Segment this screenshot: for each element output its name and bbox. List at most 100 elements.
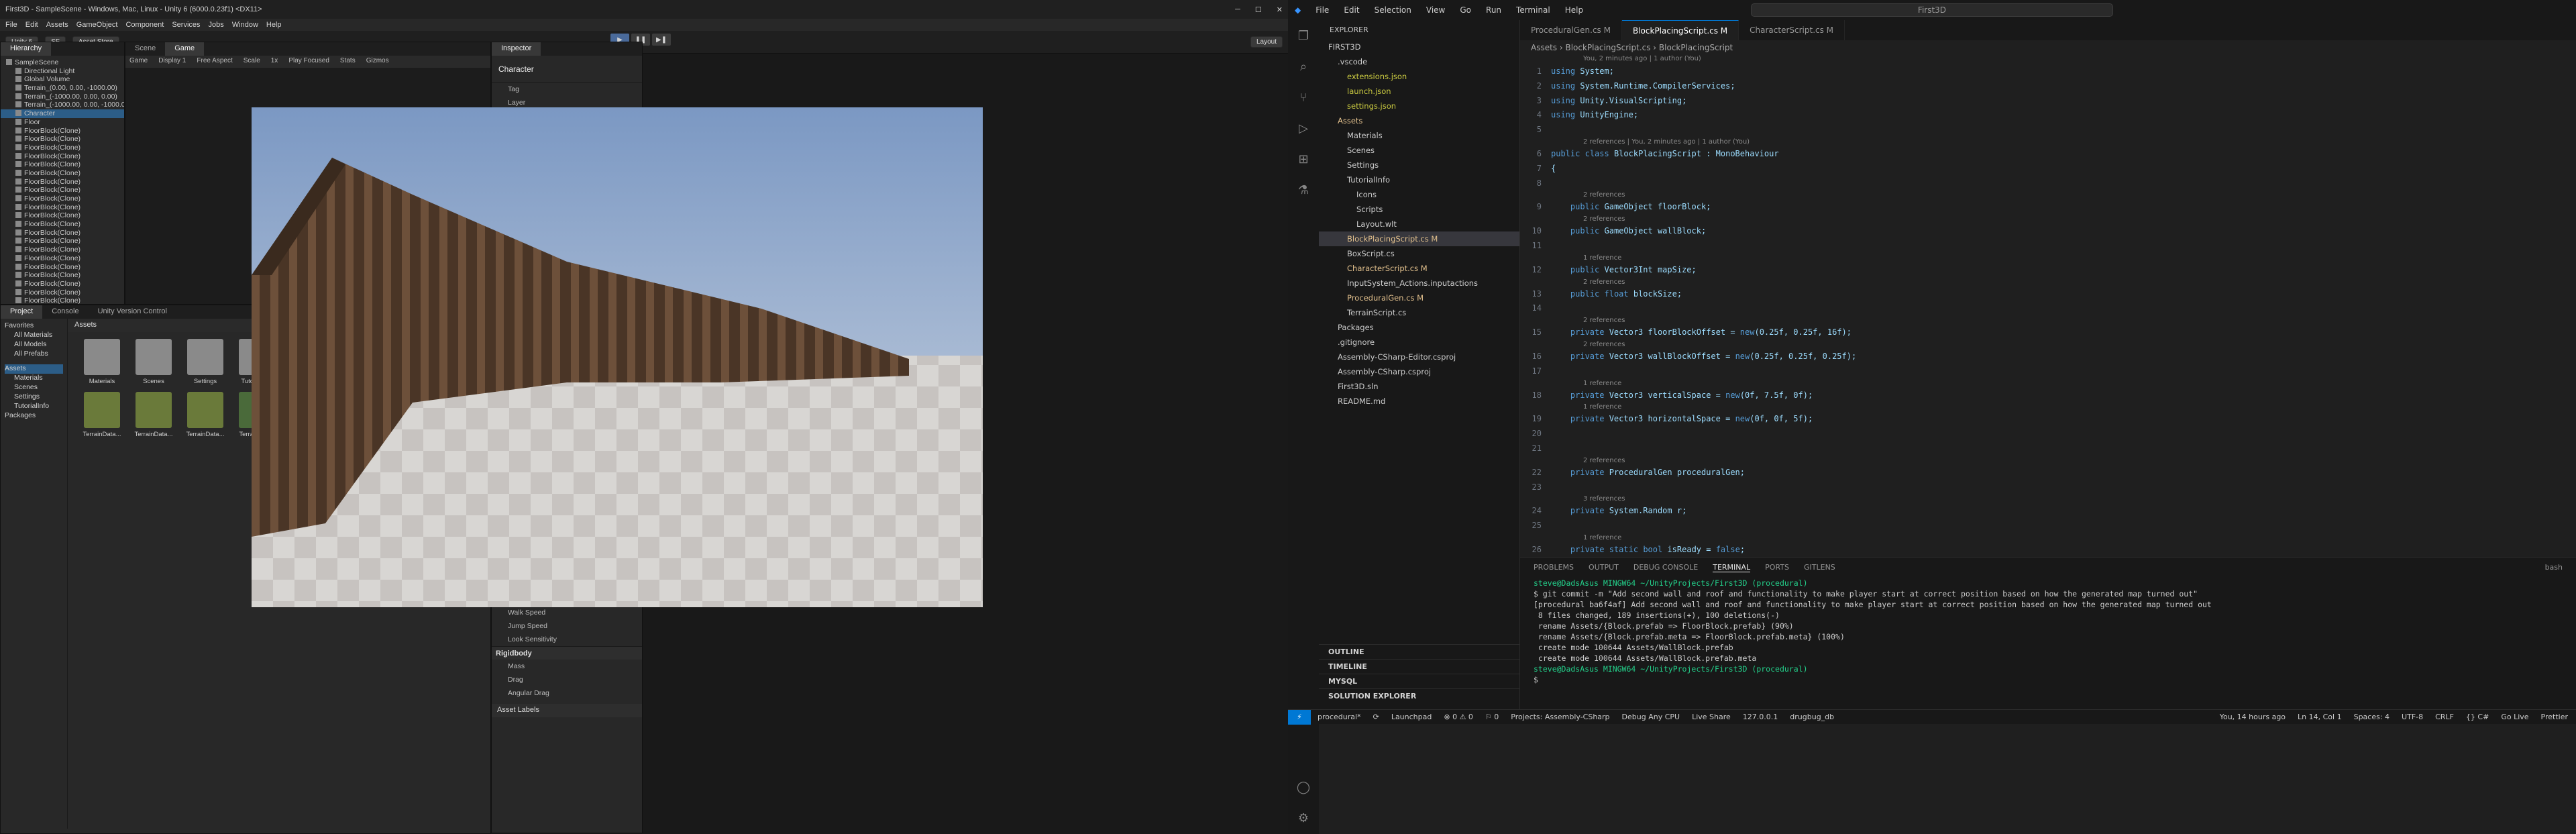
file-tree-item[interactable]: BoxScript.cs bbox=[1319, 246, 1519, 261]
file-tree-item[interactable]: Scenes bbox=[1319, 143, 1519, 158]
menu-item[interactable]: Assets bbox=[46, 21, 68, 29]
file-tree-item[interactable]: Layout.wlt bbox=[1319, 217, 1519, 231]
menu-item[interactable]: Edit bbox=[1344, 5, 1359, 15]
file-tree-item[interactable]: BlockPlacingScript.cs M bbox=[1319, 231, 1519, 246]
file-tree-item[interactable]: README.md bbox=[1319, 394, 1519, 409]
editor-tab[interactable]: CharacterScript.cs M bbox=[1739, 20, 1845, 40]
close-icon[interactable]: ✕ bbox=[1277, 5, 1283, 14]
tab-scene[interactable]: Scene bbox=[125, 42, 165, 56]
status-item[interactable]: Spaces: 4 bbox=[2354, 713, 2390, 721]
menu-item[interactable]: Selection bbox=[1375, 5, 1411, 15]
outline-section-3[interactable]: SOLUTION EXPLORER bbox=[1319, 688, 1520, 703]
status-item[interactable]: ⚐ 0 bbox=[1485, 713, 1499, 721]
project-tree-item[interactable]: Assets bbox=[5, 364, 63, 374]
hierarchy-item[interactable]: FloorBlock(Clone) bbox=[1, 160, 124, 169]
file-tree-item[interactable]: First3D.sln bbox=[1319, 379, 1519, 394]
game-toolbar-item[interactable]: Free Aspect bbox=[197, 57, 232, 66]
editor-tab[interactable]: ProceduralGen.cs M bbox=[1520, 20, 1622, 40]
panel-tab[interactable]: OUTPUT bbox=[1589, 563, 1619, 572]
hierarchy-item[interactable]: Terrain_(-1000.00, 0.00, 0.00) bbox=[1, 93, 124, 101]
asset-item[interactable]: Scenes bbox=[130, 339, 177, 385]
project-tree-item[interactable]: Packages bbox=[5, 411, 63, 421]
codelens[interactable]: 2 references bbox=[1520, 456, 2576, 466]
menu-item[interactable]: Jobs bbox=[209, 21, 224, 29]
hierarchy-item[interactable]: FloorBlock(Clone) bbox=[1, 220, 124, 229]
codelens[interactable]: 2 references bbox=[1520, 278, 2576, 287]
status-item[interactable]: Launchpad bbox=[1391, 713, 1432, 721]
hierarchy-item[interactable]: FloorBlock(Clone) bbox=[1, 144, 124, 152]
tab-game[interactable]: Game bbox=[165, 42, 205, 56]
menu-item[interactable]: Component bbox=[125, 21, 164, 29]
file-tree-item[interactable]: CharacterScript.cs M bbox=[1319, 261, 1519, 276]
file-tree-item[interactable]: launch.json bbox=[1319, 84, 1519, 99]
menu-item[interactable]: File bbox=[5, 21, 17, 29]
status-item[interactable]: Go Live bbox=[2501, 713, 2528, 721]
file-tree-item[interactable]: TutorialInfo bbox=[1319, 172, 1519, 187]
settings-gear-icon[interactable]: ⚙ bbox=[1288, 802, 1319, 833]
game-toolbar-item[interactable]: Gizmos bbox=[366, 57, 389, 66]
codelens[interactable]: 2 references bbox=[1520, 340, 2576, 350]
favorite-item[interactable]: All Materials bbox=[5, 331, 63, 340]
testing-icon[interactable]: ⚗ bbox=[1288, 174, 1319, 205]
explorer-icon[interactable]: ❐ bbox=[1288, 20, 1319, 51]
status-item[interactable]: You, 14 hours ago bbox=[2220, 713, 2286, 721]
tab-unity[interactable]: Unity Version Control bbox=[89, 305, 176, 319]
codelens[interactable]: 2 references bbox=[1520, 316, 2576, 325]
account-icon[interactable]: ◯ bbox=[1288, 772, 1319, 802]
tab-inspector[interactable]: Inspector bbox=[492, 42, 541, 56]
menu-item[interactable]: Services bbox=[172, 21, 200, 29]
component-header[interactable]: Rigidbody bbox=[492, 646, 642, 660]
favorite-item[interactable]: All Models bbox=[5, 340, 63, 350]
file-tree-item[interactable]: .gitignore bbox=[1319, 335, 1519, 350]
tab-hierarchy[interactable]: Hierarchy bbox=[1, 42, 52, 56]
menu-item[interactable]: GameObject bbox=[76, 21, 118, 29]
hierarchy-item[interactable]: FloorBlock(Clone) bbox=[1, 289, 124, 297]
codelens[interactable]: 1 reference bbox=[1520, 403, 2576, 412]
codelens[interactable]: 2 references bbox=[1520, 191, 2576, 200]
status-item[interactable]: Ln 14, Col 1 bbox=[2298, 713, 2342, 721]
favorite-item[interactable]: Favorites bbox=[5, 321, 63, 331]
hierarchy-item[interactable]: Character bbox=[1, 109, 124, 118]
codelens[interactable]: 3 references bbox=[1520, 494, 2576, 504]
hierarchy-item[interactable]: Directional Light bbox=[1, 67, 124, 76]
menu-item[interactable]: Go bbox=[1460, 5, 1471, 15]
command-search[interactable]: First3D bbox=[1751, 3, 2113, 17]
game-toolbar-item[interactable]: Scale bbox=[244, 57, 260, 66]
project-tree-item[interactable]: TutorialInfo bbox=[5, 402, 63, 411]
hierarchy-item[interactable]: FloorBlock(Clone) bbox=[1, 186, 124, 195]
editor-tab[interactable]: BlockPlacingScript.cs M bbox=[1621, 20, 1739, 40]
hierarchy-item[interactable]: FloorBlock(Clone) bbox=[1, 263, 124, 272]
hierarchy-item[interactable]: FloorBlock(Clone) bbox=[1, 152, 124, 161]
tab-console[interactable]: Console bbox=[42, 305, 88, 319]
status-item[interactable]: UTF-8 bbox=[2402, 713, 2423, 721]
panel-tab[interactable]: PORTS bbox=[1765, 563, 1789, 572]
hierarchy-item[interactable]: FloorBlock(Clone) bbox=[1, 297, 124, 304]
extensions-icon[interactable]: ⊞ bbox=[1288, 144, 1319, 174]
game-toolbar-item[interactable]: 1x bbox=[271, 57, 278, 66]
status-item[interactable]: Debug Any CPU bbox=[1622, 713, 1680, 721]
step-icon[interactable]: ▶❚ bbox=[652, 34, 671, 46]
status-item[interactable]: Live Share bbox=[1692, 713, 1731, 721]
status-item[interactable]: CRLF bbox=[2435, 713, 2454, 721]
file-tree-item[interactable]: Icons bbox=[1319, 187, 1519, 202]
status-item[interactable]: {} C# bbox=[2466, 713, 2489, 721]
codelens[interactable]: 2 references bbox=[1520, 215, 2576, 224]
status-item[interactable]: ⟳ bbox=[1373, 713, 1379, 721]
file-tree-item[interactable]: InputSystem_Actions.inputactions bbox=[1319, 276, 1519, 291]
source-control-icon[interactable]: ⑂ bbox=[1288, 82, 1319, 113]
hierarchy-item[interactable]: FloorBlock(Clone) bbox=[1, 254, 124, 263]
file-tree-item[interactable]: Packages bbox=[1319, 320, 1519, 335]
shell-label[interactable]: bash bbox=[2545, 563, 2563, 572]
file-tree-item[interactable]: .vscode bbox=[1319, 54, 1519, 69]
status-item[interactable]: 127.0.0.1 bbox=[1743, 713, 1778, 721]
project-tree-item[interactable]: Settings bbox=[5, 393, 63, 402]
search-icon[interactable]: ⌕ bbox=[1288, 51, 1319, 82]
hierarchy-item[interactable]: FloorBlock(Clone) bbox=[1, 135, 124, 144]
maximize-icon[interactable]: ☐ bbox=[1255, 5, 1262, 14]
menu-item[interactable]: Terminal bbox=[1516, 5, 1550, 15]
panel-tab[interactable]: DEBUG CONSOLE bbox=[1633, 563, 1698, 572]
status-item[interactable]: Projects: Assembly-CSharp bbox=[1511, 713, 1609, 721]
codelens[interactable]: 1 reference bbox=[1520, 533, 2576, 543]
hierarchy-item[interactable]: FloorBlock(Clone) bbox=[1, 246, 124, 254]
asset-item[interactable]: Settings bbox=[182, 339, 229, 385]
